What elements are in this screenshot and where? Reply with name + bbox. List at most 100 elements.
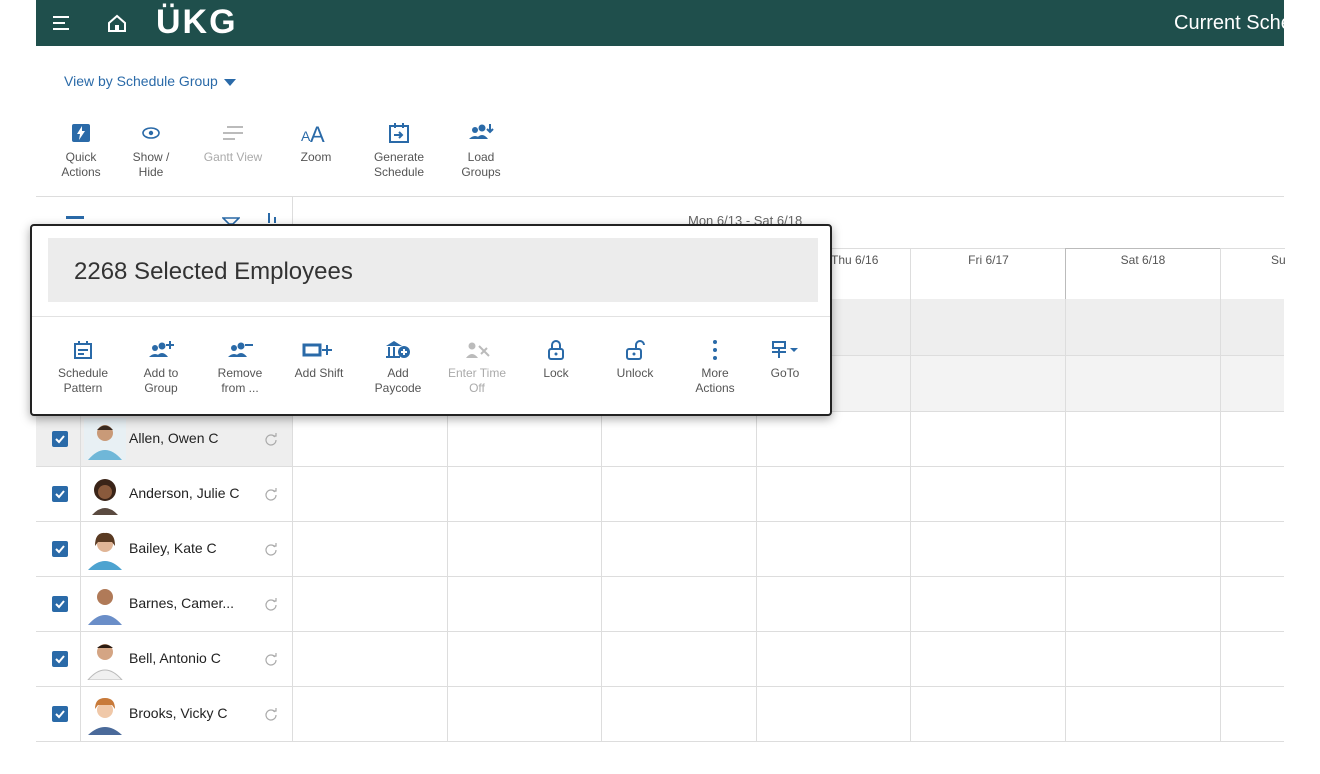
load-groups-label-2: Groups <box>461 165 501 179</box>
quick-actions-label-1: Quick <box>65 150 97 164</box>
employee-avatar <box>84 418 126 460</box>
add-paycode-button[interactable]: Add Paycode <box>361 334 435 396</box>
employee-name[interactable]: Bell, Antonio C <box>129 650 221 666</box>
svg-text:A: A <box>310 122 325 145</box>
employee-name[interactable]: Allen, Owen C <box>129 430 218 446</box>
show-hide-button[interactable]: Show / Hide <box>116 116 186 180</box>
remove-from-group-icon <box>228 342 253 357</box>
calendar-generate-icon <box>389 123 409 143</box>
day-header-sun[interactable]: Su <box>1220 248 1285 299</box>
add-shift-icon <box>302 343 332 357</box>
unlock-label: Unlock <box>616 366 654 380</box>
zoom-label: Zoom <box>300 150 332 164</box>
toolbar-divider <box>36 196 1284 197</box>
employee-checkbox[interactable] <box>52 541 68 557</box>
refresh-icon[interactable] <box>264 432 278 446</box>
remove-from-group-label-1: Remove <box>217 366 263 380</box>
add-paycode-label-2: Paycode <box>374 381 422 395</box>
generate-schedule-button[interactable]: Generate Schedule <box>364 116 434 180</box>
employee-avatar <box>84 583 126 625</box>
refresh-icon[interactable] <box>264 487 278 501</box>
add-to-group-label-2: Group <box>144 381 178 395</box>
show-hide-label-1: Show / <box>132 150 170 164</box>
add-shift-label: Add Shift <box>294 366 344 380</box>
eye-icon <box>142 127 160 139</box>
load-groups-icon <box>469 124 494 139</box>
load-groups-label-1: Load <box>467 150 495 164</box>
day-header-sat[interactable]: Sat 6/18 <box>1065 248 1221 299</box>
view-by-dropdown[interactable]: View by Schedule Group <box>64 73 236 89</box>
day-label-sun: Su <box>1271 253 1285 267</box>
gantt-view-button[interactable]: Gantt View <box>198 116 268 165</box>
table-row[interactable]: Bell, Antonio C <box>36 632 1284 687</box>
add-shift-button[interactable]: Add Shift <box>282 334 356 381</box>
collapse-icon[interactable] <box>66 216 84 219</box>
table-row[interactable]: Allen, Owen C <box>36 412 1284 467</box>
goto-button[interactable]: GoTo <box>748 334 822 381</box>
refresh-icon[interactable] <box>264 652 278 666</box>
lock-label: Lock <box>543 366 569 380</box>
load-groups-button[interactable]: Load Groups <box>446 116 516 180</box>
cell-border <box>80 467 81 521</box>
remove-from-group-label-2: from ... <box>221 381 259 395</box>
schedule-pattern-label-2: Pattern <box>63 381 103 395</box>
schedule-pattern-button[interactable]: Schedule Pattern <box>46 334 120 396</box>
more-vertical-icon <box>713 340 717 360</box>
zoom-text-icon: A A <box>301 122 325 145</box>
lock-icon <box>548 340 564 360</box>
gantt-icon <box>223 126 243 140</box>
employee-checkbox[interactable] <box>52 706 68 722</box>
table-row[interactable]: Bailey, Kate C <box>36 522 1284 577</box>
unlock-icon <box>626 340 645 360</box>
table-row[interactable]: Brooks, Vicky C <box>36 687 1284 742</box>
goto-icon <box>772 341 798 358</box>
top-navigation-bar: ÜKG Current Schedule <box>36 0 1284 46</box>
enter-time-off-button[interactable]: Enter Time Off <box>440 334 514 396</box>
employee-checkbox[interactable] <box>52 651 68 667</box>
cell-border <box>80 522 81 576</box>
day-header-fri[interactable]: Fri 6/17 <box>910 248 1066 299</box>
popup-divider <box>32 316 830 317</box>
employee-avatar <box>84 473 126 515</box>
cell-border <box>80 687 81 741</box>
remove-from-group-button[interactable]: Remove from ... <box>203 334 277 396</box>
unlock-button[interactable]: Unlock <box>598 334 672 381</box>
popup-title: 2268 Selected Employees <box>74 258 353 285</box>
employee-checkbox[interactable] <box>52 596 68 612</box>
employee-avatar <box>84 638 126 680</box>
employee-name[interactable]: Barnes, Camer... <box>129 595 234 611</box>
lock-button[interactable]: Lock <box>519 334 593 381</box>
employee-checkbox[interactable] <box>52 486 68 502</box>
employee-name[interactable]: Anderson, Julie C <box>129 485 240 501</box>
quick-actions-label-2: Actions <box>61 165 101 179</box>
add-to-group-button[interactable]: Add to Group <box>124 334 198 396</box>
quick-actions-button[interactable]: Quick Actions <box>46 116 116 180</box>
gantt-view-label: Gantt View <box>203 150 263 164</box>
more-actions-button[interactable]: More Actions <box>678 334 752 396</box>
refresh-icon[interactable] <box>264 707 278 721</box>
refresh-icon[interactable] <box>264 542 278 556</box>
home-icon[interactable] <box>106 11 128 35</box>
filter-icon[interactable] <box>221 212 241 225</box>
schedule-pattern-label-1: Schedule <box>57 366 109 380</box>
schedule-pattern-icon <box>74 341 92 359</box>
ukg-logo: ÜKG <box>156 3 238 41</box>
zoom-button[interactable]: A A Zoom <box>281 116 351 165</box>
refresh-icon[interactable] <box>264 597 278 611</box>
sort-icon[interactable] <box>266 210 280 223</box>
time-off-icon <box>466 342 490 358</box>
add-to-group-icon <box>149 341 174 357</box>
generate-schedule-label-1: Generate <box>373 150 425 164</box>
employee-name[interactable]: Brooks, Vicky C <box>129 705 228 721</box>
hamburger-menu-icon[interactable] <box>51 12 71 34</box>
table-row[interactable]: Anderson, Julie C <box>36 467 1284 522</box>
employee-avatar <box>84 693 126 735</box>
table-row[interactable]: Barnes, Camer... <box>36 577 1284 632</box>
employee-checkbox[interactable] <box>52 431 68 447</box>
caret-down-icon <box>223 78 236 86</box>
cell-border <box>80 412 81 466</box>
day-label-fri: Fri 6/17 <box>968 253 1009 267</box>
page-title: Current Schedule <box>1174 12 1284 34</box>
employee-name[interactable]: Bailey, Kate C <box>129 540 217 556</box>
add-paycode-icon <box>386 341 410 358</box>
